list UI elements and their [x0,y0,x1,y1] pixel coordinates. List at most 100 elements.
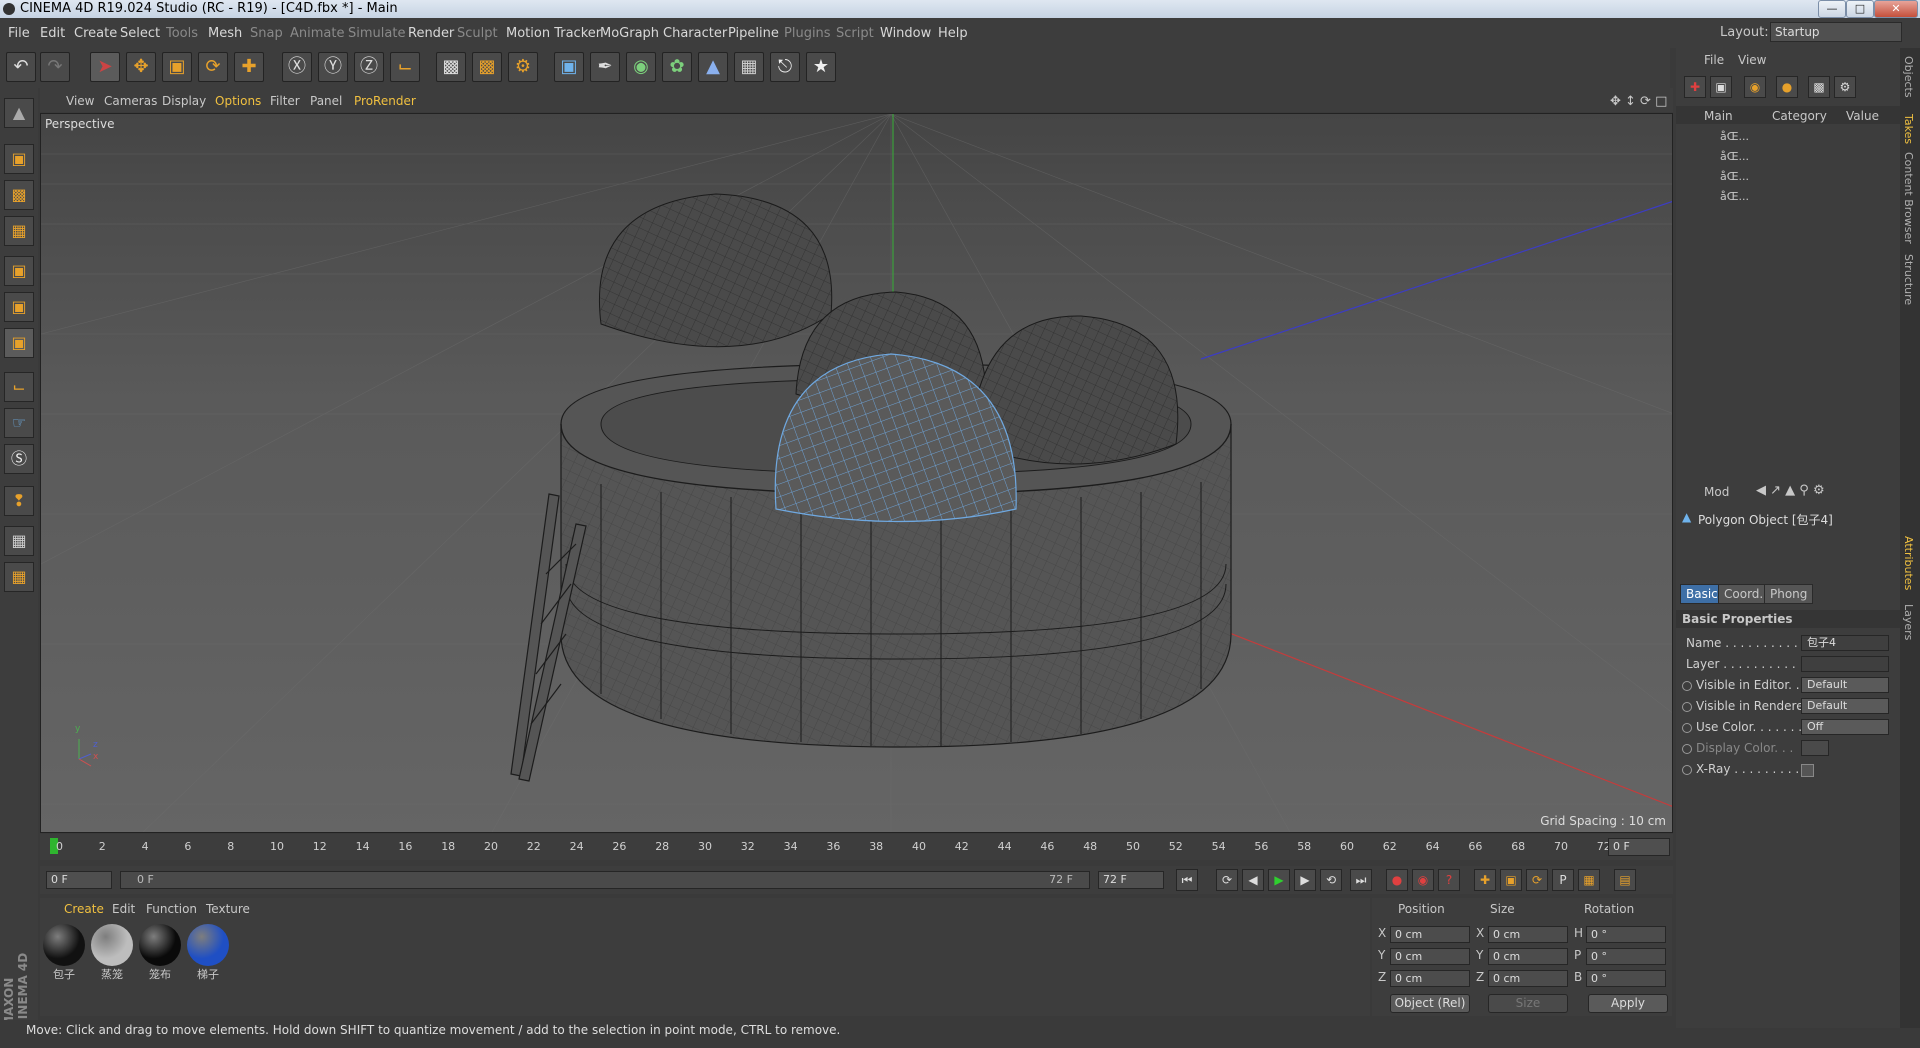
polygons-mode-icon[interactable]: ▣ [4,328,34,358]
menu-tools[interactable]: Tools [166,26,198,41]
lock-workplane-icon[interactable]: ▦ [4,526,34,556]
viewport-menu-prorender[interactable]: ProRender [354,94,416,108]
take-lock-icon[interactable]: ● [1776,76,1798,98]
tab-coord[interactable]: Coord. [1718,584,1770,604]
auto-take-icon[interactable]: ◉ [1744,76,1766,98]
key-scale-icon[interactable]: ▣ [1500,869,1522,891]
menu-render[interactable]: Render [408,26,454,41]
solo-icon[interactable]: Ⓢ [4,444,34,474]
camera-icon[interactable]: ⎋ [770,52,800,82]
frame-range-slider[interactable]: 0 F 72 F [120,871,1090,889]
start-frame-field[interactable]: 0 F [46,871,112,889]
model-mode-icon[interactable]: ▣ [4,144,34,174]
timeline-window-icon[interactable]: ▤ [1614,869,1636,891]
make-editable-icon[interactable]: ▲ [4,98,34,128]
tab-phong[interactable]: Phong [1764,584,1814,604]
mat-menu-edit[interactable]: Edit [112,902,135,916]
apply-button[interactable]: Apply [1588,994,1668,1013]
render-settings-icon[interactable]: ⚙ [508,52,538,82]
menu-character[interactable]: Character [663,26,727,41]
menu-motion-tracker[interactable]: Motion Tracker [506,26,601,41]
take-settings-icon[interactable]: ⚙ [1834,76,1856,98]
mat-menu-function[interactable]: Function [146,902,197,916]
end-frame-field[interactable]: 72 F [1098,871,1164,889]
points-mode-icon[interactable]: ▣ [4,256,34,286]
goto-start-icon[interactable]: ⏮ [1176,869,1198,891]
menu-help[interactable]: Help [938,26,968,41]
next-frame-icon[interactable]: ▶ [1294,869,1316,891]
coord-size-field[interactable]: 0 cm [1488,926,1568,943]
xray-checkbox[interactable] [1801,764,1814,777]
keyframe-selection-icon[interactable]: ? [1438,869,1460,891]
take-override-icon[interactable]: ▣ [1710,76,1732,98]
attr-value-field[interactable]: Off [1801,719,1889,735]
viewport-menu-panel[interactable]: Panel [310,94,342,108]
maximize-button[interactable]: □ [1846,0,1874,18]
attr-value-field[interactable] [1801,740,1829,756]
coord-position-field[interactable]: 0 cm [1390,948,1470,965]
planar-workplane-icon[interactable]: ▦ [4,562,34,592]
take-render-icon[interactable]: ▩ [1808,76,1830,98]
menu-plugins[interactable]: Plugins [784,26,831,41]
subdivision-icon[interactable]: ◉ [626,52,656,82]
menu-mesh[interactable]: Mesh [208,26,242,41]
workplane-icon[interactable]: ▦ [4,216,34,246]
next-key-icon[interactable]: ⟲ [1320,869,1342,891]
attributes-mode-menu[interactable]: Mod [1704,485,1729,499]
menu-simulate[interactable]: Simulate [348,26,405,41]
record-icon[interactable]: ● [1386,869,1408,891]
key-rotation-icon[interactable]: ⟳ [1526,869,1548,891]
play-icon[interactable]: ▶ [1268,869,1290,891]
menu-edit[interactable]: Edit [40,26,65,41]
y-axis-icon[interactable]: Ⓨ [318,52,348,82]
goto-end-icon[interactable]: ⏭ [1350,869,1372,891]
take-row[interactable]: åŒ... [1720,130,1749,143]
attr-value-field[interactable]: 包子4 [1801,635,1889,651]
attributes-nav-icons[interactable]: ◀ ↗ ▲ ⚲ ⚙ [1756,483,1825,498]
key-parameter-icon[interactable]: P [1552,869,1574,891]
minimize-button[interactable]: — [1818,0,1846,18]
side-tab-objects[interactable]: Objects [1902,56,1915,98]
size-mode-dropdown[interactable]: Size [1488,994,1568,1013]
coord-mode-dropdown[interactable]: Object (Rel) [1390,994,1470,1013]
take-row[interactable]: åŒ... [1720,190,1749,203]
viewport-menu-view[interactable]: View [66,94,94,108]
viewport-menu-options[interactable]: Options [215,94,261,108]
coord-rotation-field[interactable]: 0 ° [1586,948,1666,965]
close-button[interactable]: ✕ [1874,0,1918,18]
animation-key-radio[interactable] [1682,744,1692,754]
take-row[interactable]: åŒ... [1720,150,1749,163]
current-frame-field[interactable]: 0 F [1608,838,1670,856]
coord-size-field[interactable]: 0 cm [1488,970,1568,987]
timeline-ruler[interactable]: 0 2 4 6 8 10 12 14 16 18 20 22 24 26 28 30 32 34 36 38 40 42 4… [40,834,1673,860]
autokey-icon[interactable]: ◉ [1412,869,1434,891]
menu-file[interactable]: File [8,26,30,41]
light-icon[interactable]: ★ [806,52,836,82]
material-swatch[interactable]: 梯子 [186,924,230,982]
render-view-icon[interactable]: ▩ [436,52,466,82]
z-axis-icon[interactable]: Ⓩ [354,52,384,82]
animation-key-radio[interactable] [1682,723,1692,733]
coord-rotation-field[interactable]: 0 ° [1586,926,1666,943]
snap-icon[interactable]: ❢ [4,486,34,516]
key-pla-icon[interactable]: ▦ [1578,869,1600,891]
takes-menu-view[interactable]: View [1738,53,1766,67]
x-axis-icon[interactable]: Ⓧ [282,52,312,82]
prev-frame-icon[interactable]: ◀ [1242,869,1264,891]
coord-rotation-field[interactable]: 0 ° [1586,970,1666,987]
viewport-menu-display[interactable]: Display [162,94,206,108]
coord-position-field[interactable]: 0 cm [1390,970,1470,987]
coordinate-system-icon[interactable]: ⌙ [390,52,420,82]
select-cursor-icon[interactable]: ➤ [90,52,120,82]
material-swatch[interactable]: 笼布 [138,924,182,982]
menu-sculpt[interactable]: Sculpt [457,26,498,41]
array-icon[interactable]: ✿ [662,52,692,82]
menu-snap[interactable]: Snap [250,26,283,41]
live-select-icon[interactable]: ✚ [234,52,264,82]
coord-size-field[interactable]: 0 cm [1488,948,1568,965]
texture-mode-icon[interactable]: ▩ [4,180,34,210]
animation-key-radio[interactable] [1682,702,1692,712]
cube-icon[interactable]: ▣ [554,52,584,82]
material-swatch[interactable]: 蒸笼 [90,924,134,982]
attr-value-field[interactable]: Default [1801,698,1889,714]
